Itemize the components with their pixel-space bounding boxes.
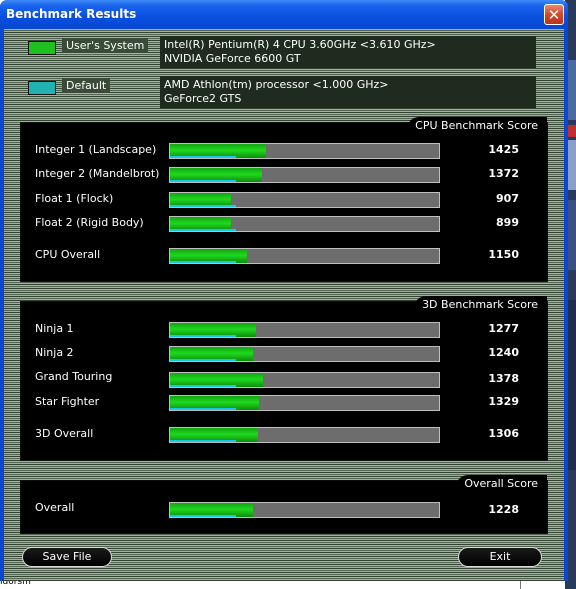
3d-overall-label: 3D Overall xyxy=(35,427,94,440)
user-system-gpu: NVIDIA GeForce 6600 GT xyxy=(164,52,301,65)
user-system-cpu: Intel(R) Pentium(R) 4 CPU 3.60GHz <3.610… xyxy=(164,38,436,51)
default-score-line xyxy=(170,335,236,337)
window-client-area: User's System Intel(R) Pentium(R) 4 CPU … xyxy=(4,29,564,581)
default-system-color-swatch xyxy=(28,81,56,95)
default-score-line xyxy=(170,261,236,263)
3d-row-bar xyxy=(169,322,440,338)
3d-panel-title: 3D Benchmark Score xyxy=(414,296,547,315)
default-score-line xyxy=(170,515,236,517)
cpu-overall-label: CPU Overall xyxy=(35,248,101,261)
user-system-label: User's System xyxy=(62,38,149,53)
3d-row-bar xyxy=(169,372,440,388)
close-button[interactable]: ✕ xyxy=(544,4,564,25)
3d-overall-score: 1306 xyxy=(488,427,519,440)
title-bar[interactable]: Benchmark Results ✕ xyxy=(0,0,568,29)
window-title: Benchmark Results xyxy=(6,7,137,21)
default-system-cpu: AMD Athlon(tm) processor <1.000 GHz> xyxy=(164,78,389,91)
default-system-info: AMD Athlon(tm) processor <1.000 GHz> GeF… xyxy=(160,76,536,108)
3d-row-bar xyxy=(169,395,440,411)
cpu-panel-title: CPU Benchmark Score xyxy=(407,117,547,136)
user-system-info: Intel(R) Pentium(R) 4 CPU 3.60GHz <3.610… xyxy=(160,36,536,68)
exit-button[interactable]: Exit xyxy=(458,547,542,567)
3d-overall-bar xyxy=(169,427,440,443)
default-system-gpu: GeForce2 GTS xyxy=(164,92,242,105)
3d-row-label: Ninja 2 xyxy=(35,346,74,359)
3d-row-label: Grand Touring xyxy=(35,370,113,383)
overall-score: 1228 xyxy=(488,503,519,516)
cpu-row-label: Integer 1 (Landscape) xyxy=(35,143,157,156)
cpu-row-score: 899 xyxy=(496,216,519,229)
overall-score-panel: Overall Score Overall 1228 xyxy=(20,475,548,534)
cpu-row-score: 1372 xyxy=(488,167,519,180)
default-system-label: Default xyxy=(62,78,111,93)
3d-row-score: 1240 xyxy=(488,346,519,359)
overall-bar xyxy=(169,502,440,518)
user-system-color-swatch xyxy=(28,41,56,55)
default-score-line xyxy=(170,205,236,207)
cpu-row-label: Float 1 (Flock) xyxy=(35,192,114,205)
cpu-overall-score: 1150 xyxy=(488,248,519,261)
cpu-row-label: Integer 2 (Mandelbrot) xyxy=(35,167,160,180)
default-score-line xyxy=(170,385,236,387)
benchmark-results-window: Benchmark Results ✕ User's System Intel(… xyxy=(0,0,568,581)
overall-label: Overall xyxy=(35,501,75,514)
3d-row-bar xyxy=(169,346,440,362)
3d-row-label: Ninja 1 xyxy=(35,322,74,335)
3d-row-score: 1378 xyxy=(488,372,519,385)
3d-benchmark-panel: 3D Benchmark Score Ninja 1 1277 Ninja 2 … xyxy=(20,296,548,461)
cpu-row-label: Float 2 (Rigid Body) xyxy=(35,216,144,229)
3d-row-label: Star Fighter xyxy=(35,395,100,408)
cpu-overall-bar xyxy=(169,248,440,264)
default-score-line xyxy=(170,440,236,442)
3d-row-score: 1277 xyxy=(488,322,519,335)
default-score-line xyxy=(170,359,236,361)
3d-row-score: 1329 xyxy=(488,395,519,408)
cpu-benchmark-panel: CPU Benchmark Score Integer 1 (Landscape… xyxy=(20,117,548,282)
cpu-row-bar xyxy=(169,216,440,232)
default-score-line xyxy=(170,156,236,158)
overall-panel-title: Overall Score xyxy=(456,475,547,494)
default-score-line xyxy=(170,408,236,410)
default-score-line xyxy=(170,229,236,231)
close-icon: ✕ xyxy=(547,6,561,24)
cpu-row-score: 1425 xyxy=(488,143,519,156)
save-file-button[interactable]: Save File xyxy=(22,547,112,567)
default-score-line xyxy=(170,180,236,182)
cpu-row-bar xyxy=(169,192,440,208)
cpu-row-bar xyxy=(169,167,440,183)
cpu-row-score: 907 xyxy=(496,192,519,205)
cpu-row-bar xyxy=(169,143,440,159)
